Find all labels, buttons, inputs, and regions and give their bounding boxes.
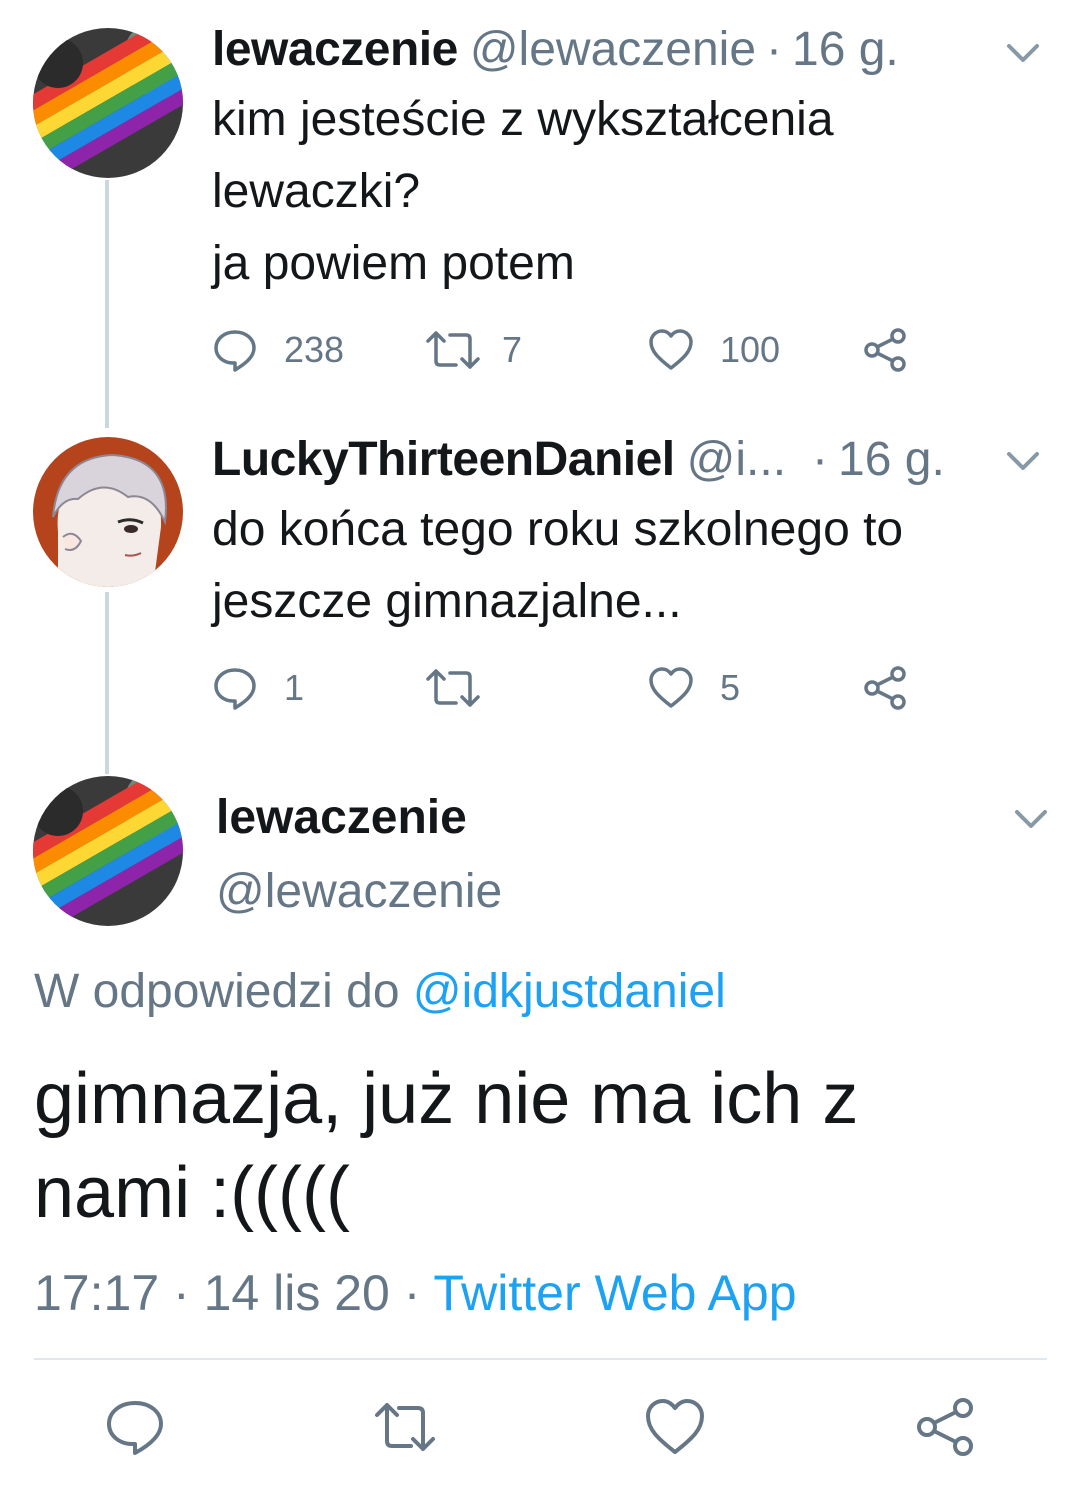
tweet-text: kim jesteście z wykształcenia lewaczki? … — [212, 84, 1032, 300]
tweet-text-line: ja powiem potem — [212, 237, 575, 290]
thread-line — [105, 180, 109, 428]
share-button[interactable] — [862, 658, 908, 718]
user-handle[interactable]: @lewaczenie — [216, 862, 502, 922]
thread-line — [105, 592, 109, 774]
share-button[interactable] — [862, 320, 908, 380]
heart-icon — [649, 667, 693, 708]
drawn-character-avatar-image — [33, 437, 183, 587]
tweet-text-line: kim jesteście z wykształcenia — [212, 93, 834, 146]
reply-button[interactable] — [103, 1395, 167, 1459]
tweet-text-line: gimnazja, już nie ma ich z — [34, 1059, 859, 1139]
separator-dot: · — [812, 433, 829, 486]
reply-button[interactable]: 238 — [212, 320, 344, 380]
tweet-actions: 1 5 — [212, 658, 932, 718]
heart-icon — [649, 329, 693, 370]
tweet-text-line: do końca tego roku szkolnego to — [212, 503, 904, 556]
user-name[interactable]: LuckyThirteenDaniel — [212, 430, 675, 490]
rainbow-flag-avatar-image — [33, 28, 183, 178]
reply-count: 238 — [284, 329, 345, 370]
avatar[interactable] — [33, 776, 183, 926]
retweet-icon — [426, 331, 480, 369]
divider — [34, 1358, 1047, 1360]
avatar[interactable] — [33, 437, 183, 587]
share-icon — [864, 666, 906, 710]
reply-icon — [214, 668, 256, 710]
heart-icon — [646, 1399, 704, 1454]
tweet-text-line: lewaczki? — [212, 165, 421, 218]
share-icon — [917, 1398, 973, 1456]
reply-prefix: W odpowiedzi do — [34, 965, 400, 1018]
main-tweet-text: gimnazja, już nie ma ich z nami :((((( — [34, 1052, 1034, 1240]
tweet-time[interactable]: 16 g. — [838, 430, 945, 490]
user-handle[interactable]: @i... — [687, 430, 786, 490]
tweet-text-line: nami :((((( — [34, 1153, 350, 1233]
tweet-header: LuckyThirteenDaniel @i... · 16 g. — [212, 430, 945, 490]
reply-mention-link[interactable]: @idkjustdaniel — [413, 965, 726, 1018]
tweet-actions: 238 7 100 — [212, 320, 932, 380]
tweet-time: 17:17 — [34, 1265, 160, 1321]
retweet-button[interactable] — [373, 1395, 437, 1459]
tweet-time[interactable]: 16 g. — [792, 20, 899, 80]
tweet-meta: 17:17 · 14 lis 20 · Twitter Web App — [34, 1262, 797, 1324]
retweet-icon — [375, 1403, 435, 1451]
reply-count: 1 — [284, 667, 305, 708]
user-handle[interactable]: @lewaczenie — [470, 20, 756, 80]
like-button[interactable]: 5 — [648, 658, 740, 718]
chevron-down-icon[interactable] — [1011, 804, 1051, 834]
retweet-count: 7 — [502, 329, 523, 370]
chevron-down-icon[interactable] — [1003, 38, 1043, 68]
share-button[interactable] — [913, 1395, 977, 1459]
separator-dot: · — [173, 1265, 190, 1321]
user-name[interactable]: lewaczenie — [212, 20, 458, 80]
retweet-icon — [426, 669, 480, 707]
share-icon — [864, 328, 906, 372]
reply-icon — [107, 1401, 163, 1455]
chevron-down-icon[interactable] — [1003, 446, 1043, 476]
like-button[interactable]: 100 — [648, 320, 780, 380]
reply-context: W odpowiedzi do @idkjustdaniel — [34, 962, 726, 1022]
retweet-button[interactable] — [426, 658, 506, 718]
tweet-source-link[interactable]: Twitter Web App — [433, 1265, 796, 1321]
like-count: 5 — [720, 667, 741, 708]
avatar[interactable] — [33, 28, 183, 178]
tweet-header: lewaczenie @lewaczenie · 16 g. — [212, 20, 899, 80]
tweet-text-line: jeszcze gimnazjalne... — [212, 575, 682, 628]
separator-dot: · — [766, 23, 782, 76]
tweet-text: do końca tego roku szkolnego to jeszcze … — [212, 494, 1032, 638]
retweet-button[interactable]: 7 — [426, 320, 522, 380]
rainbow-flag-avatar-image — [33, 776, 183, 926]
tweet-date: 14 lis 20 — [203, 1265, 390, 1321]
reply-icon — [214, 330, 256, 372]
main-tweet-actions — [0, 1395, 1079, 1459]
reply-button[interactable]: 1 — [212, 658, 304, 718]
like-count: 100 — [720, 329, 781, 370]
like-button[interactable] — [643, 1395, 707, 1459]
user-name[interactable]: lewaczenie — [216, 788, 467, 848]
tweet-thread-screen: lewaczenie @lewaczenie · 16 g. kim jeste… — [0, 0, 1079, 1485]
separator-dot: · — [403, 1265, 421, 1321]
